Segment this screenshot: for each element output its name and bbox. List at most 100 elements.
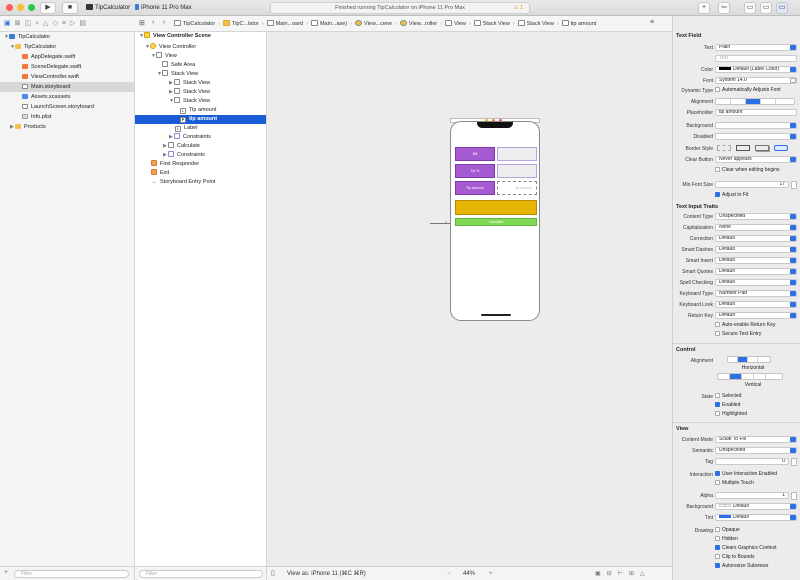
align-left-icon[interactable]	[716, 99, 731, 104]
semantic-popup[interactable]: Unspecified	[715, 447, 797, 454]
trait-popup[interactable]: Default	[715, 279, 797, 286]
zoom-level[interactable]: 44%	[463, 567, 475, 580]
outline-item[interactable]: ▶ Constraints	[135, 133, 266, 142]
clears-graphics-context-checkbox[interactable]: Clears Graphics Context	[715, 545, 776, 552]
border-line-icon[interactable]	[736, 145, 750, 151]
align-right-icon[interactable]	[746, 99, 761, 104]
outline-item[interactable]: Safe Area	[135, 61, 266, 70]
hidden-checkbox[interactable]: Hidden	[715, 536, 738, 543]
library-button[interactable]: +	[698, 2, 710, 14]
font-field[interactable]: System 14.0	[715, 77, 797, 84]
warning-icon[interactable]: ⚠ 1	[513, 3, 523, 13]
tag-stepper[interactable]	[791, 458, 797, 466]
checkbox-box[interactable]	[715, 536, 720, 541]
checkbox-box[interactable]	[715, 563, 720, 568]
text-content-field[interactable]: Text	[715, 55, 797, 62]
placeholder-field[interactable]: tip amount	[715, 109, 797, 116]
close-window-button[interactable]	[6, 4, 13, 11]
breadcrumb-item[interactable]: TipCalculator	[174, 20, 215, 27]
background-image-popup[interactable]	[715, 122, 797, 129]
zoom-in-icon[interactable]: +	[489, 567, 493, 580]
h-align-left-icon[interactable]	[738, 357, 748, 362]
horizontal-alignment-segmented[interactable]	[727, 356, 771, 363]
nav-item-file[interactable]: Assets.xcassets	[0, 92, 134, 102]
secure-text-entry-checkbox[interactable]: Secure Text Entry	[715, 331, 761, 338]
trait-popup[interactable]: Default	[715, 268, 797, 275]
stop-button[interactable]: ■	[62, 2, 78, 14]
breakpoint-navigator-icon[interactable]: ▷	[70, 20, 79, 27]
navigator-tabs[interactable]: ▣⊠◫⌕△◇≡▷▤	[4, 19, 90, 28]
nav-item-file-selected[interactable]: Main.storyboard	[0, 82, 134, 92]
result-label[interactable]	[455, 200, 537, 215]
breadcrumb-item[interactable]: Main...oard	[266, 20, 303, 27]
auto-adjust-font-checkbox[interactable]: Automatically Adjusts Font	[715, 87, 781, 94]
h-align-fill-icon[interactable]	[758, 357, 768, 362]
resolve-issues-icon[interactable]: △	[640, 571, 651, 577]
text-alignment-segmented[interactable]	[715, 98, 795, 105]
update-frames-icon[interactable]: ▣	[595, 571, 607, 577]
adjust-to-fit-checkbox[interactable]: Adjust to Fit	[715, 192, 748, 199]
min-font-size-field[interactable]: 17	[715, 181, 789, 188]
breadcrumb-item[interactable]: View	[445, 20, 466, 27]
border-bezel-icon[interactable]	[755, 145, 769, 151]
breadcrumb-item[interactable]: View...roller	[399, 20, 437, 27]
content-mode-popup[interactable]: Scale To Fill	[715, 436, 797, 443]
checkbox-box[interactable]	[715, 331, 720, 336]
checkbox-box[interactable]	[715, 402, 720, 407]
toggle-inspector-button[interactable]: ▭	[776, 2, 788, 14]
outline-item[interactable]: ▶ Stack View	[135, 79, 266, 88]
v-align-bottom-icon[interactable]	[742, 374, 754, 379]
alpha-field[interactable]: 1	[715, 492, 789, 499]
outline-item[interactable]: ▶ Calculate	[135, 142, 266, 151]
h-align-right-icon[interactable]	[748, 357, 758, 362]
outline-item[interactable]: Exit	[135, 169, 266, 178]
checkbox-box[interactable]	[715, 480, 720, 485]
checkbox-box[interactable]	[715, 411, 720, 416]
debug-navigator-icon[interactable]: ≡	[62, 20, 70, 27]
run-button[interactable]: ▶	[40, 2, 56, 14]
outline-item[interactable]: First Responder	[135, 160, 266, 169]
device-selector[interactable]: iPhone 11 Pro Max	[135, 3, 192, 13]
alpha-stepper[interactable]	[791, 492, 797, 500]
v-align-top-icon[interactable]	[730, 374, 742, 379]
project-navigator-icon[interactable]: ▣	[4, 20, 15, 27]
outline-item[interactable]: ▶ Stack View	[135, 88, 266, 97]
nav-item-folder[interactable]: ▶ Products	[0, 122, 134, 132]
trait-popup[interactable]: Number Pad	[715, 290, 797, 297]
breadcrumb-item[interactable]: View...cene	[355, 20, 392, 27]
h-align-center-icon[interactable]	[728, 357, 738, 362]
nav-item-file[interactable]: ViewController.swift	[0, 72, 134, 82]
outline-item[interactable]: → Storyboard Entry Point	[135, 178, 266, 187]
tip-percent-field[interactable]	[497, 164, 537, 178]
tip-percent-label[interactable]: Tip %	[455, 164, 495, 178]
outline-item[interactable]: ▼ View Controller	[135, 43, 266, 52]
bill-field[interactable]	[497, 147, 537, 161]
zoom-window-button[interactable]	[28, 4, 35, 11]
trait-popup[interactable]: Default	[715, 235, 797, 242]
find-navigator-icon[interactable]: ⌕	[35, 20, 43, 27]
auto-enable-return-checkbox[interactable]: Auto-enable Return Key	[715, 322, 775, 329]
trait-popup[interactable]: Default	[715, 312, 797, 319]
zoom-out-icon[interactable]: −	[447, 567, 451, 580]
v-align-fill-icon[interactable]	[754, 374, 766, 379]
breadcrumb-item[interactable]: TipC...lator	[223, 20, 259, 27]
outline-item[interactable]: ▼ Stack View	[135, 97, 266, 106]
breadcrumb-item[interactable]: Stack View	[517, 20, 554, 27]
checkbox-box[interactable]	[715, 393, 720, 398]
back-arrow-icon[interactable]: ‹	[152, 19, 154, 26]
checkbox-box[interactable]	[715, 87, 720, 92]
storyboard-canvas[interactable]: › Bill Tip % Tip amount tip amount Calcu…	[267, 32, 672, 580]
align-natural-icon[interactable]	[776, 99, 791, 104]
enabled-checkbox[interactable]: Enabled	[715, 402, 740, 409]
selected-checkbox[interactable]: Selected	[715, 393, 741, 400]
breadcrumb-item[interactable]: tip amount	[561, 20, 596, 27]
tip-amount-label[interactable]: Tip amount	[455, 181, 495, 195]
calculate-button[interactable]: Calculate	[455, 218, 537, 226]
align-icon[interactable]: ⊢	[618, 571, 629, 577]
nav-item-project[interactable]: ▼ TipCalculator	[0, 32, 134, 42]
highlighted-checkbox[interactable]: Highlighted	[715, 411, 747, 418]
checkbox-box[interactable]	[715, 554, 720, 559]
add-file-icon[interactable]: +	[4, 569, 8, 576]
checkbox-box[interactable]	[715, 167, 720, 172]
trait-popup[interactable]: Default	[715, 301, 797, 308]
